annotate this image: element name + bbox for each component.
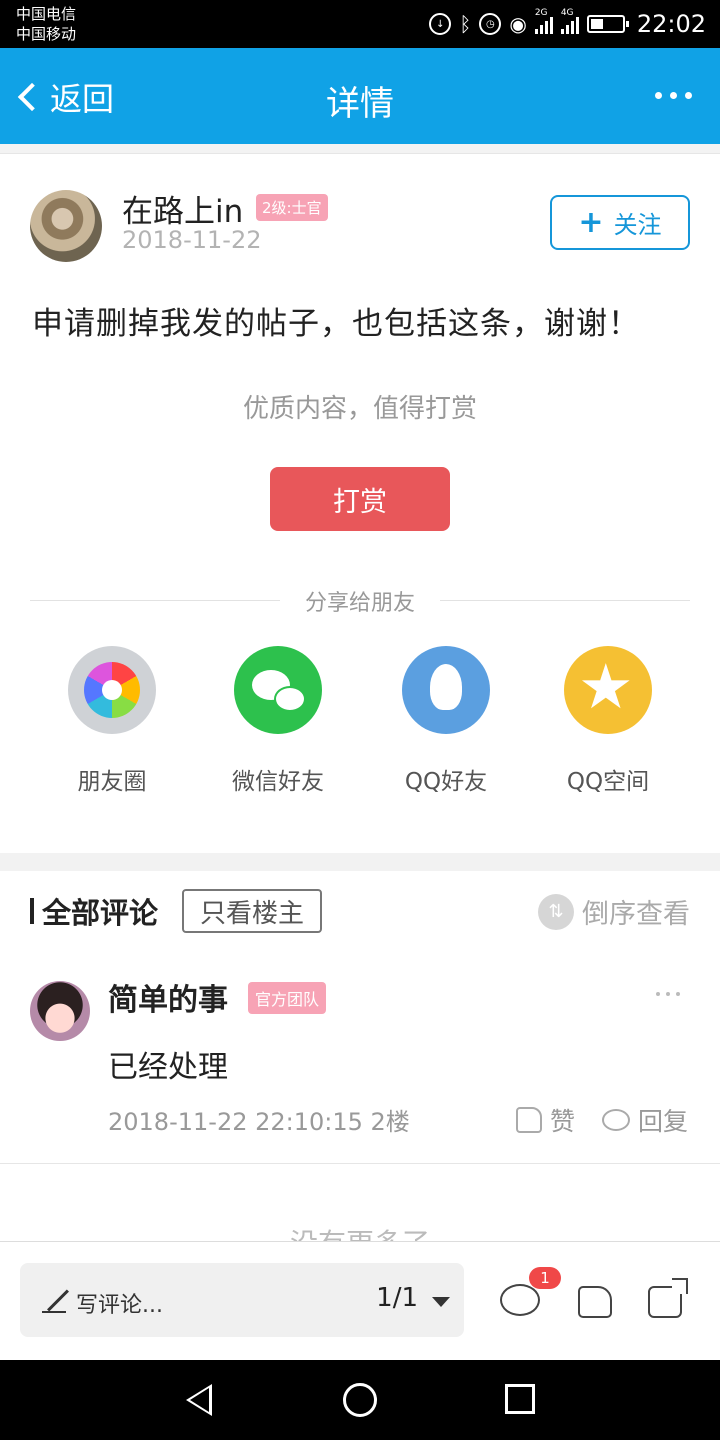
signal-2g-icon: 2G — [534, 8, 553, 34]
bottom-action-bar: 写评论... 1/1 1 — [0, 1241, 720, 1360]
page-indicator[interactable]: 1/1 — [376, 1283, 418, 1313]
author-name[interactable]: 在路上in — [122, 186, 243, 231]
share-moments[interactable]: 朋友圈 — [32, 646, 192, 796]
wechat-icon — [234, 646, 322, 734]
status-bar: 中国电信 中国移动 ↓ ᛒ ◷ ◉ 2G 4G 22:02 — [0, 0, 720, 48]
comment-reply-button[interactable]: 回复 — [602, 1102, 688, 1138]
status-icons: ↓ ᛒ ◷ ◉ 2G 4G 22:02 — [429, 8, 706, 40]
comments-header: 全部评论 — [30, 890, 158, 932]
follow-button[interactable]: + 关注 — [550, 195, 690, 250]
commenter-name[interactable]: 简单的事 — [108, 975, 228, 1019]
level-badge: 2级:士官 — [256, 194, 328, 221]
carrier-1: 中国电信 — [16, 5, 77, 23]
system-home-icon[interactable] — [343, 1383, 377, 1417]
official-badge: 官方团队 — [248, 982, 327, 1014]
comments-header-label: 全部评论 — [42, 896, 159, 930]
moments-icon — [68, 646, 156, 734]
write-placeholder: 写评论... — [76, 1293, 163, 1318]
author-avatar[interactable] — [30, 190, 102, 262]
caret-down-icon[interactable] — [432, 1297, 450, 1307]
bluetooth-icon: ᛒ — [459, 12, 472, 36]
sort-icon: ⇅ — [538, 893, 574, 930]
thumbs-up-icon — [516, 1107, 542, 1133]
thumbs-up-icon[interactable] — [578, 1286, 612, 1318]
share-qq[interactable]: QQ好友 — [366, 646, 526, 796]
page-title: 详情 — [326, 84, 394, 124]
follow-label: 关注 — [613, 211, 662, 239]
top-nav-bar: 返回 详情 — [0, 48, 720, 144]
reply-label: 回复 — [638, 1107, 689, 1136]
clock: 22:02 — [636, 10, 706, 38]
comment-more-button[interactable] — [656, 992, 680, 996]
alarm-icon: ◷ — [479, 13, 502, 35]
system-back-icon[interactable] — [186, 1384, 212, 1416]
post-content: 申请删掉我发的帖子，也包括这条，谢谢！ — [32, 306, 640, 342]
eye-comfort-icon: ◉ — [509, 12, 527, 36]
system-navigation-bar — [0, 1360, 720, 1440]
comment-like-button[interactable]: 赞 — [516, 1102, 575, 1138]
comment-meta: 2018-11-22 22:10:15 2楼 — [108, 1108, 410, 1136]
write-comment-input[interactable]: 写评论... 1/1 — [20, 1263, 464, 1337]
reverse-sort-label: 倒序查看 — [582, 899, 690, 930]
reward-button[interactable]: 打赏 — [270, 467, 450, 531]
post-date: 2018-11-22 — [122, 226, 262, 254]
share-wechat[interactable]: 微信好友 — [198, 646, 358, 796]
commenter-avatar[interactable] — [30, 981, 90, 1041]
share-label: QQ好友 — [404, 769, 488, 795]
divider — [0, 1163, 720, 1164]
like-label: 赞 — [550, 1107, 576, 1136]
qzone-icon: ★ — [564, 646, 652, 734]
data-saver-icon: ↓ — [429, 13, 452, 35]
share-icon[interactable] — [648, 1286, 682, 1318]
plus-icon: + — [578, 204, 604, 240]
more-dot — [655, 92, 662, 99]
more-dot — [670, 92, 677, 99]
system-recents-icon[interactable] — [505, 1384, 535, 1414]
signal-4g-icon: 4G — [560, 8, 579, 34]
comment-text: 已经处理 — [108, 1050, 228, 1085]
more-dot — [685, 92, 692, 99]
comment-count-badge: 1 — [529, 1267, 561, 1289]
battery-icon — [586, 15, 629, 33]
pen-icon — [42, 1287, 68, 1313]
reply-bubble-icon — [602, 1109, 630, 1131]
reverse-sort-button[interactable]: ⇅ 倒序查看 — [538, 892, 690, 931]
divider — [0, 144, 720, 154]
carrier-info: 中国电信 中国移动 — [16, 4, 76, 44]
no-more-text: 没有更多了 — [0, 1222, 720, 1242]
comment-bubble-icon[interactable] — [500, 1284, 540, 1316]
owner-only-filter[interactable]: 只看楼主 — [182, 889, 322, 933]
reward-hint: 优质内容，值得打赏 — [242, 394, 477, 424]
qq-icon — [402, 646, 490, 734]
section-divider — [0, 853, 720, 871]
more-options-button[interactable] — [655, 92, 692, 99]
header-accent-bar — [30, 898, 34, 924]
share-label: 朋友圈 — [77, 769, 147, 795]
share-label: QQ空间 — [566, 769, 650, 795]
share-title: 分享给朋友 — [304, 591, 415, 616]
carrier-2: 中国移动 — [16, 25, 77, 43]
share-label: 微信好友 — [232, 769, 324, 795]
share-qzone[interactable]: ★ QQ空间 — [528, 646, 688, 796]
